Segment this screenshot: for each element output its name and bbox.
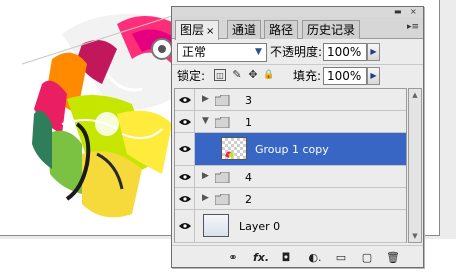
visibility-eye-icon[interactable]	[175, 188, 195, 209]
fill-label: 填充:	[293, 69, 322, 83]
layer-name: 3	[245, 94, 252, 107]
folder-icon	[215, 95, 230, 106]
panel-menu-icon[interactable]: ▸≡	[407, 22, 419, 32]
tab-channels[interactable]: 通道	[227, 20, 262, 39]
lock-move-icon[interactable]: ✥	[247, 69, 259, 81]
adjustment-layer-icon[interactable]: ◐.	[305, 250, 325, 264]
lock-brush-icon[interactable]: ✎	[231, 69, 243, 81]
expand-arrow-icon[interactable]: ▶	[202, 171, 209, 181]
tab-layers[interactable]: 图层 ×	[175, 20, 220, 40]
folder-icon	[215, 194, 230, 205]
opacity-label: 不透明度:	[270, 45, 323, 59]
new-group-icon[interactable]: ▭	[333, 250, 349, 264]
layers-toolbar: ⚭ fx. ◘ ◐. ▭ ▢ 🗑	[172, 245, 423, 267]
tab-history[interactable]: 历史记录	[302, 20, 361, 39]
layer-name: 4	[245, 171, 252, 184]
layer-mask-icon[interactable]: ◘	[278, 250, 294, 264]
fill-input[interactable]: 100%	[323, 67, 367, 85]
link-layers-icon[interactable]: ⚭	[225, 250, 241, 264]
layer-row-group-2[interactable]: ▶ 2	[175, 188, 406, 210]
layer-style-icon[interactable]: fx.	[250, 250, 272, 264]
fill-slider-button[interactable]: ▶	[367, 67, 380, 85]
visibility-eye-icon[interactable]	[175, 111, 195, 132]
close-icon[interactable]: ×	[410, 7, 417, 16]
lock-transparent-icon[interactable]: ◫	[214, 69, 226, 81]
visibility-eye-icon[interactable]	[175, 89, 195, 110]
opacity-slider-button[interactable]: ▶	[367, 43, 380, 61]
tab-close-icon[interactable]: ×	[206, 26, 214, 37]
folder-icon	[215, 172, 230, 183]
opacity-input[interactable]: 100%	[323, 43, 367, 61]
blend-mode-value: 正常	[182, 45, 207, 59]
panel-title-bar[interactable]: ▬ ×	[172, 7, 423, 17]
panel-tabs: 图层 × 通道 路径 历史记录	[172, 17, 423, 40]
expand-arrow-icon[interactable]: ▶	[202, 94, 209, 104]
layer-row-group-3[interactable]: ▶ 3	[175, 89, 406, 111]
layer-row-group-1[interactable]: ▼ 1	[175, 111, 406, 133]
layer-thumbnail	[221, 137, 247, 160]
divider	[172, 64, 423, 65]
new-layer-icon[interactable]: ▢	[359, 250, 375, 264]
layer-name: Layer 0	[239, 220, 281, 233]
collapse-arrow-icon[interactable]: ▼	[202, 116, 209, 126]
chevron-down-icon: ▼	[255, 47, 262, 57]
layers-panel: ▬ × 图层 × 通道 路径 历史记录 ▸≡ 正常 ▼ 不透明度: 100% ▶ …	[171, 6, 424, 268]
layer-name: 1	[245, 116, 252, 129]
layer-row-layer-0[interactable]: Layer 0	[175, 210, 406, 243]
layer-thumbnail	[203, 214, 229, 237]
tab-history-label: 历史记录	[307, 23, 356, 37]
delete-layer-icon[interactable]: 🗑	[385, 250, 401, 264]
lock-all-icon[interactable]: 🔒	[263, 69, 275, 81]
layer-row-group-4[interactable]: ▶ 4	[175, 166, 406, 188]
tab-paths-label: 路径	[269, 23, 294, 37]
layer-row-group-1-copy[interactable]: Group 1 copy	[175, 133, 406, 166]
layer-name: 2	[245, 193, 252, 206]
layers-list: ▶ 3 ▼ 1 Group 1 copy ▶ 4 ▶ 2 Layer 0	[174, 88, 407, 243]
tab-paths[interactable]: 路径	[264, 20, 299, 39]
visibility-eye-icon[interactable]	[175, 133, 195, 165]
artwork-image	[22, 14, 173, 218]
scroll-up-icon[interactable]: ▲	[409, 89, 421, 101]
layers-scrollbar[interactable]: ▲ ▼	[408, 88, 422, 243]
visibility-eye-icon[interactable]	[175, 166, 195, 187]
visibility-eye-icon[interactable]	[175, 210, 195, 242]
expand-arrow-icon[interactable]: ▶	[202, 193, 209, 203]
tab-channels-label: 通道	[232, 23, 257, 37]
blend-mode-select[interactable]: 正常 ▼	[177, 43, 267, 62]
layer-name: Group 1 copy	[255, 143, 329, 156]
scroll-down-icon[interactable]: ▼	[409, 230, 421, 242]
minimize-icon[interactable]: ▬	[394, 7, 402, 16]
document-window: ▬ × 图层 × 通道 路径 历史记录 ▸≡ 正常 ▼ 不透明度: 100% ▶ …	[0, 0, 456, 275]
folder-icon	[215, 117, 230, 128]
tab-layers-label: 图层	[180, 23, 205, 37]
lock-label: 锁定:	[177, 69, 206, 83]
